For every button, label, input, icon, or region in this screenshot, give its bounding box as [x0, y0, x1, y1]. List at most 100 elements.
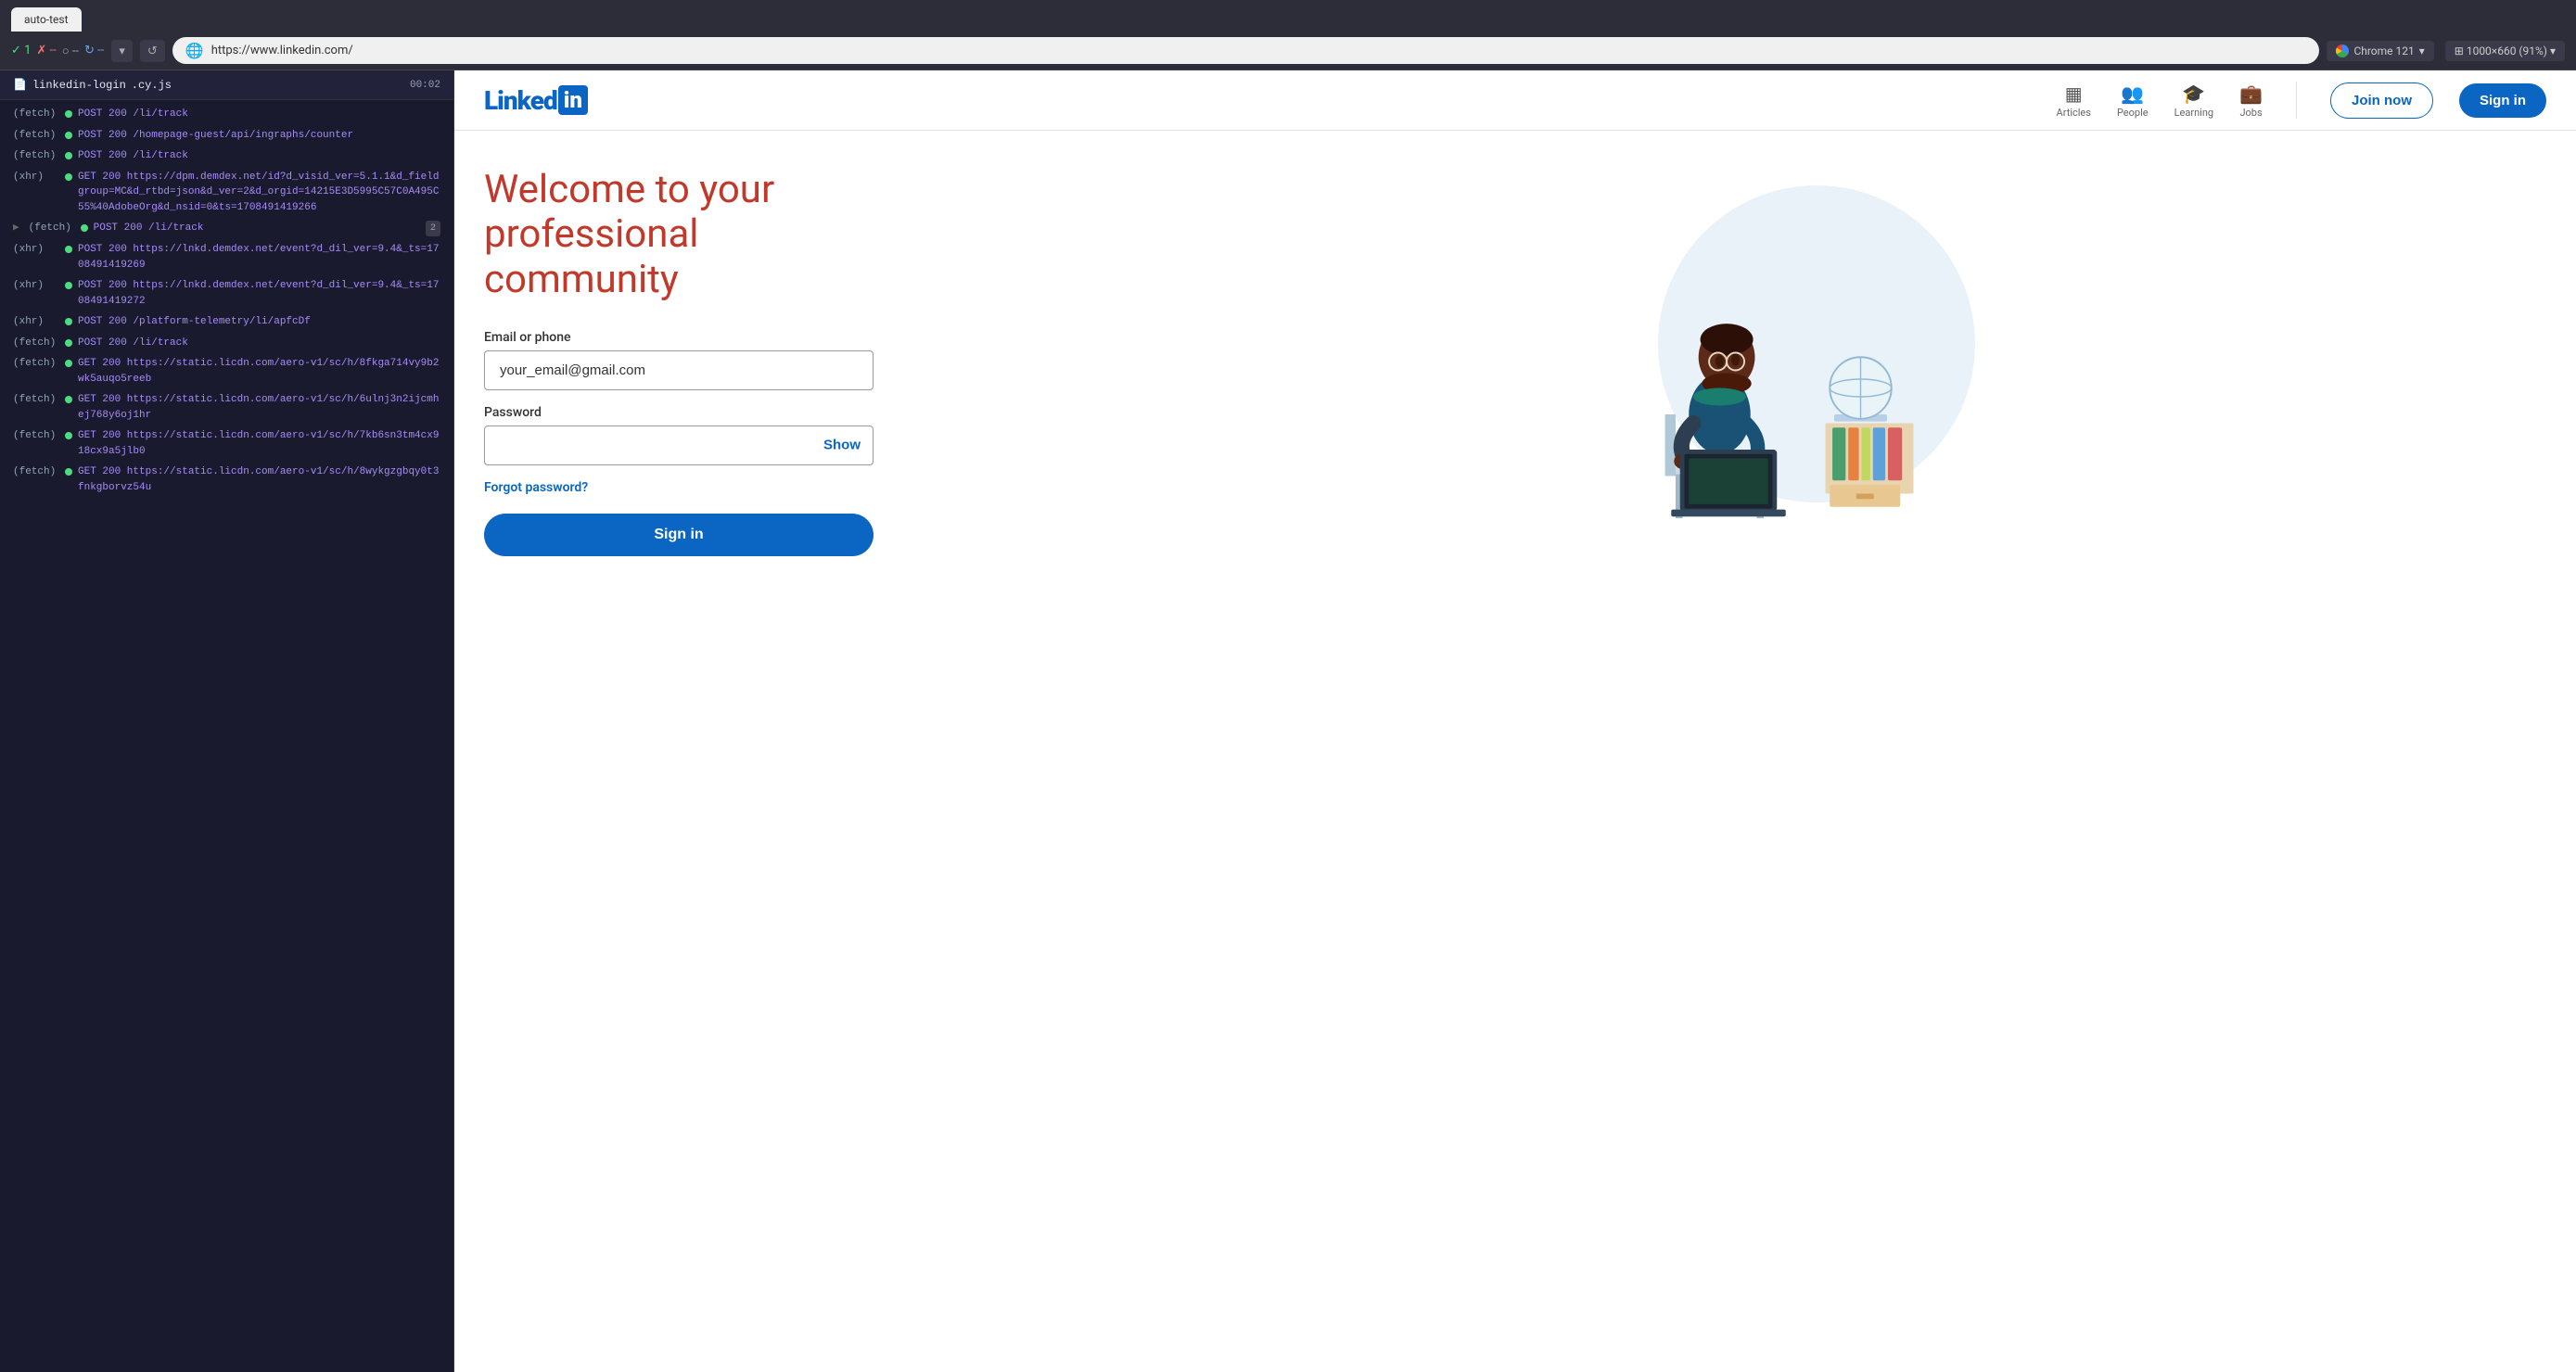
log-url: POST 200 /li/track: [78, 336, 440, 351]
jobs-icon: 💼: [2239, 83, 2263, 105]
size-chevron-icon: ▾: [2550, 44, 2556, 57]
login-form-section: Welcome to your professional community E…: [484, 168, 874, 1372]
status-dot: [65, 432, 72, 439]
dropdown-btn[interactable]: ▾: [111, 40, 133, 62]
email-form-group: Email or phone: [484, 330, 874, 390]
nav-learning[interactable]: 🎓 Learning: [2174, 83, 2213, 119]
log-method: (xhr): [13, 242, 59, 258]
file-header: 📄 linkedin-login.cy.js 00:02: [0, 70, 453, 100]
linkedin-page: Linkedin ▦ Articles 👥 People 🎓 Learning: [454, 70, 2576, 1372]
email-label: Email or phone: [484, 330, 874, 345]
illustration-section: [911, 168, 2546, 1372]
check-badge: ✓ 1: [11, 44, 31, 57]
log-entry: (fetch) POST 200 /li/track: [0, 146, 453, 167]
chevron-down-icon: ▾: [2419, 44, 2425, 57]
logo-in-text: in: [558, 85, 588, 115]
chevron-right-icon: ▶: [13, 221, 19, 236]
log-url: GET 200 https://dpm.demdex.net/id?d_visi…: [78, 170, 440, 216]
nav-items: ▦ Articles 👥 People 🎓 Learning 💼 Jobs: [2057, 82, 2546, 119]
log-count: 2: [426, 221, 440, 236]
test-controls: ✓ 1 ✗ -- ○ -- ↻ --: [11, 44, 104, 58]
log-method: (fetch): [13, 356, 59, 372]
jobs-label: Jobs: [2239, 107, 2262, 119]
main-layout: 📄 linkedin-login.cy.js 00:02 (fetch) POS…: [0, 70, 2576, 1372]
url-text: https://www.linkedin.com/: [211, 44, 2307, 57]
password-label: Password: [484, 405, 874, 420]
size-label: 1000×660 (91%): [2467, 44, 2547, 57]
browser-chrome: auto-test ✓ 1 ✗ -- ○ -- ↻ -- ▾ ↺ 🌐 https…: [0, 0, 2576, 70]
spin-badge: ↻ --: [84, 44, 104, 57]
log-method: (fetch): [13, 428, 59, 444]
password-wrapper: Show: [484, 426, 874, 465]
nav-articles[interactable]: ▦ Articles: [2057, 83, 2091, 119]
status-dot: [65, 110, 72, 118]
logo-linked-text: Linked: [484, 85, 557, 116]
log-entry: (fetch) GET 200 https://static.licdn.com…: [0, 353, 453, 389]
log-method: (fetch): [13, 148, 59, 164]
linkedin-logo: Linkedin: [484, 85, 588, 116]
join-now-button[interactable]: Join now: [2330, 83, 2433, 119]
status-dot: [65, 246, 72, 253]
log-url: GET 200 https://static.licdn.com/aero-v1…: [78, 356, 440, 387]
log-url: POST 200 /li/track: [78, 107, 440, 122]
tab-bar: auto-test: [0, 0, 2576, 32]
x-badge: ✗ --: [36, 44, 56, 57]
header-signin-button[interactable]: Sign in: [2459, 83, 2546, 118]
log-method: (xhr): [13, 314, 59, 330]
log-method: (fetch): [29, 221, 75, 236]
log-method: (fetch): [13, 392, 59, 408]
nav-divider: [2296, 82, 2297, 119]
welcome-title: Welcome to your professional community: [484, 168, 874, 302]
size-badge: ⊞ 1000×660 (91%) ▾: [2445, 41, 2565, 61]
log-url: GET 200 https://static.licdn.com/aero-v1…: [78, 464, 440, 495]
status-dot: [65, 282, 72, 289]
active-tab[interactable]: auto-test: [11, 7, 82, 32]
nav-jobs[interactable]: 💼 Jobs: [2239, 83, 2263, 119]
log-method: (fetch): [13, 336, 59, 351]
forgot-password-link[interactable]: Forgot password?: [484, 480, 874, 495]
log-url: POST 200 /li/track: [78, 148, 440, 164]
tab-label: auto-test: [24, 13, 69, 26]
toolbar: ✓ 1 ✗ -- ○ -- ↻ -- ▾ ↺ 🌐 https://www.lin…: [0, 32, 2576, 70]
articles-label: Articles: [2057, 107, 2091, 119]
url-bar[interactable]: 🌐 https://www.linkedin.com/: [172, 37, 2320, 64]
log-entry: (fetch) GET 200 https://static.licdn.com…: [0, 426, 453, 462]
log-url: GET 200 https://static.licdn.com/aero-v1…: [78, 392, 440, 423]
status-dot: [65, 339, 72, 347]
file-name-text: linkedin-login: [32, 79, 126, 92]
log-entry: (fetch) GET 200 https://static.licdn.com…: [0, 389, 453, 426]
log-method: (fetch): [13, 107, 59, 122]
linkedin-header: Linkedin ▦ Articles 👥 People 🎓 Learning: [454, 70, 2576, 131]
log-method: (fetch): [13, 464, 59, 480]
browser-viewport-panel: Linkedin ▦ Articles 👥 People 🎓 Learning: [454, 70, 2576, 1372]
show-password-button[interactable]: Show: [823, 438, 861, 453]
status-dot: [81, 224, 88, 232]
log-entry: (xhr) POST 200 https://lnkd.demdex.net/e…: [0, 275, 453, 311]
log-method: (fetch): [13, 128, 59, 144]
email-input[interactable]: [484, 350, 874, 390]
chrome-badge: Chrome 121 ▾: [2327, 41, 2433, 61]
dash-badge: ○ --: [62, 44, 79, 58]
password-input[interactable]: [484, 426, 874, 465]
people-label: People: [2117, 107, 2149, 119]
status-dot: [65, 396, 72, 403]
cypress-panel: 📄 linkedin-login.cy.js 00:02 (fetch) POS…: [0, 70, 454, 1372]
log-url: GET 200 https://static.licdn.com/aero-v1…: [78, 428, 440, 459]
signin-main-button[interactable]: Sign in: [484, 514, 874, 556]
log-method: (xhr): [13, 170, 59, 185]
reload-btn[interactable]: ↺: [140, 40, 165, 62]
log-url: POST 200 https://lnkd.demdex.net/event?d…: [78, 278, 440, 309]
browser-info: Chrome 121 ▾ ⊞ 1000×660 (91%) ▾: [2327, 41, 2565, 61]
status-dot: [65, 468, 72, 476]
log-url: POST 200 /platform-telemetry/li/apfcDf: [78, 314, 440, 330]
log-entry: ▶ (fetch) POST 200 /li/track 2: [0, 218, 453, 239]
articles-icon: ▦: [2065, 83, 2083, 105]
file-icon: 📄: [13, 78, 27, 92]
hero-illustration: [911, 168, 2546, 520]
nav-people[interactable]: 👥 People: [2117, 83, 2149, 119]
log-entry: (xhr) POST 200 /platform-telemetry/li/ap…: [0, 311, 453, 333]
learning-label: Learning: [2174, 107, 2213, 119]
log-list: (fetch) POST 200 /li/track (fetch) POST …: [0, 100, 453, 502]
log-url: POST 200 /li/track: [94, 221, 420, 236]
log-entry: (xhr) GET 200 https://dpm.demdex.net/id?…: [0, 167, 453, 219]
